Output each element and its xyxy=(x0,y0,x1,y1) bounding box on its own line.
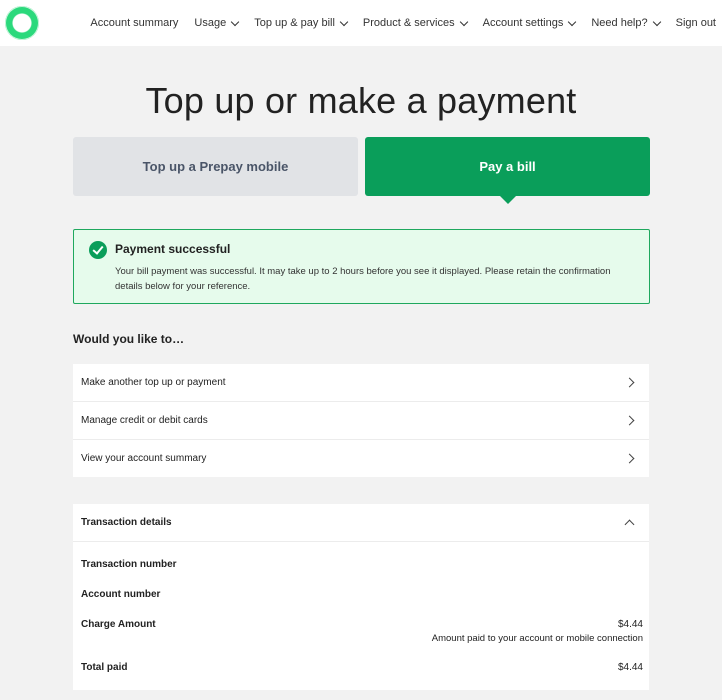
tab-pay-bill[interactable]: Pay a bill xyxy=(365,137,650,196)
option-label: Make another top up or payment xyxy=(81,377,226,388)
option-another-payment[interactable]: Make another top up or payment xyxy=(73,364,649,402)
charge-amount-label: Charge Amount xyxy=(81,619,156,630)
active-tab-pointer xyxy=(500,196,516,204)
transaction-number-label: Transaction number xyxy=(81,559,177,570)
option-manage-cards[interactable]: Manage credit or debit cards xyxy=(73,402,649,440)
total-paid-value: $4.44 xyxy=(617,662,643,673)
nav-product-services[interactable]: Product & services xyxy=(355,17,475,29)
nav-sign-out[interactable]: Sign out xyxy=(668,17,716,29)
nav-label: Top up & pay bill xyxy=(254,17,335,29)
top-navigation: Account summary Usage Top up & pay bill … xyxy=(0,0,722,46)
nav-label: Usage xyxy=(194,17,227,29)
page-title: Top up or make a payment xyxy=(145,80,577,121)
chevron-down-icon xyxy=(459,17,468,26)
transaction-details-panel: Transaction details Transaction number A… xyxy=(73,504,649,690)
nav-label: Account settings xyxy=(482,17,564,29)
brand-logo[interactable] xyxy=(5,6,39,40)
transaction-details-title: Transaction details xyxy=(81,517,172,528)
transaction-number-row: Transaction number xyxy=(81,559,643,570)
chevron-down-icon xyxy=(230,17,240,26)
option-label: View your account summary xyxy=(81,453,207,464)
success-alert: Payment successful Your bill payment was… xyxy=(73,229,650,304)
option-label: Manage credit or debit cards xyxy=(81,415,208,426)
alert-message: Your bill payment was successful. It may… xyxy=(115,266,611,292)
options-list: Make another top up or payment Manage cr… xyxy=(73,364,649,477)
tab-label: Pay a bill xyxy=(479,159,536,174)
total-paid-label: Total paid xyxy=(81,662,128,673)
chevron-down-icon xyxy=(568,17,577,26)
nav-links: Account summary Usage Top up & pay bill … xyxy=(82,0,716,46)
alert-title: Payment successful xyxy=(115,242,231,256)
nav-label: Product & services xyxy=(362,17,455,29)
account-number-row: Account number xyxy=(81,589,643,600)
chevron-up-icon xyxy=(624,519,635,530)
charge-amount-row: Charge Amount $4.44 Amount paid to your … xyxy=(81,619,643,644)
chevron-right-icon xyxy=(624,415,635,426)
account-number-label: Account number xyxy=(81,589,161,600)
tab-label: Top up a Prepay mobile xyxy=(142,159,289,174)
chevron-right-icon xyxy=(624,453,635,464)
nav-label: Account summary xyxy=(90,17,179,29)
nav-account-summary[interactable]: Account summary xyxy=(82,17,186,29)
chevron-right-icon xyxy=(624,377,635,388)
charge-amount-value: $4.44 xyxy=(617,619,643,630)
transaction-details-toggle[interactable]: Transaction details xyxy=(73,504,649,542)
nav-label: Need help? xyxy=(591,17,648,29)
options-heading: Would you like to… xyxy=(73,332,185,346)
nav-top-up-pay-bill[interactable]: Top up & pay bill xyxy=(246,17,355,29)
total-paid-row: Total paid $4.44 xyxy=(81,662,643,673)
chevron-down-icon xyxy=(652,17,661,26)
chevron-down-icon xyxy=(339,17,349,26)
charge-amount-note: Amount paid to your account or mobile co… xyxy=(431,633,643,644)
check-circle-icon xyxy=(89,241,107,259)
nav-usage[interactable]: Usage xyxy=(186,17,246,29)
nav-account-settings[interactable]: Account settings xyxy=(475,17,584,29)
nav-need-help[interactable]: Need help? xyxy=(583,17,667,29)
nav-label: Sign out xyxy=(675,17,716,29)
tab-top-up-prepay[interactable]: Top up a Prepay mobile xyxy=(73,137,358,196)
option-account-summary[interactable]: View your account summary xyxy=(73,440,649,477)
